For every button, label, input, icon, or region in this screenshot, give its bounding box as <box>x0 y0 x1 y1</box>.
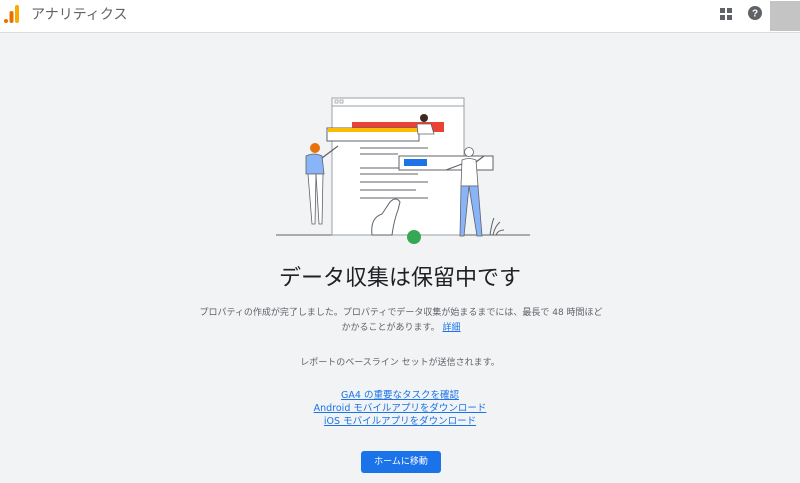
svg-text:?: ? <box>752 9 758 20</box>
link-list: GA4 の重要なタスクを確認 Android モバイルアプリをダウンロード iO… <box>0 389 800 428</box>
top-bar: アナリティクス ? <box>0 0 800 33</box>
account-avatar[interactable] <box>770 1 800 31</box>
ga4-tasks-link[interactable]: GA4 の重要なタスクを確認 <box>341 389 459 402</box>
description-body: プロパティの作成が完了しました。プロパティでデータ収集が始まるまでには、最長で … <box>199 308 603 333</box>
go-home-button[interactable]: ホームに移動 <box>361 451 441 473</box>
details-link[interactable]: 詳細 <box>442 323 460 333</box>
apps-grid-icon[interactable] <box>718 6 734 22</box>
analytics-logo-icon[interactable] <box>4 5 20 23</box>
description-text: プロパティの作成が完了しました。プロパティでデータ収集が始まるまでには、最長で … <box>195 306 607 336</box>
app-title: アナリティクス <box>31 7 128 23</box>
help-icon[interactable]: ? <box>747 5 763 21</box>
page-title: データ収集は保留中です <box>278 266 521 291</box>
baseline-text: レポートのベースライン セットが送信されます。 <box>300 358 500 368</box>
ios-app-link[interactable]: iOS モバイルアプリをダウンロード <box>324 415 476 428</box>
android-app-link[interactable]: Android モバイルアプリをダウンロード <box>314 402 487 415</box>
data-collection-illustration <box>276 97 530 244</box>
